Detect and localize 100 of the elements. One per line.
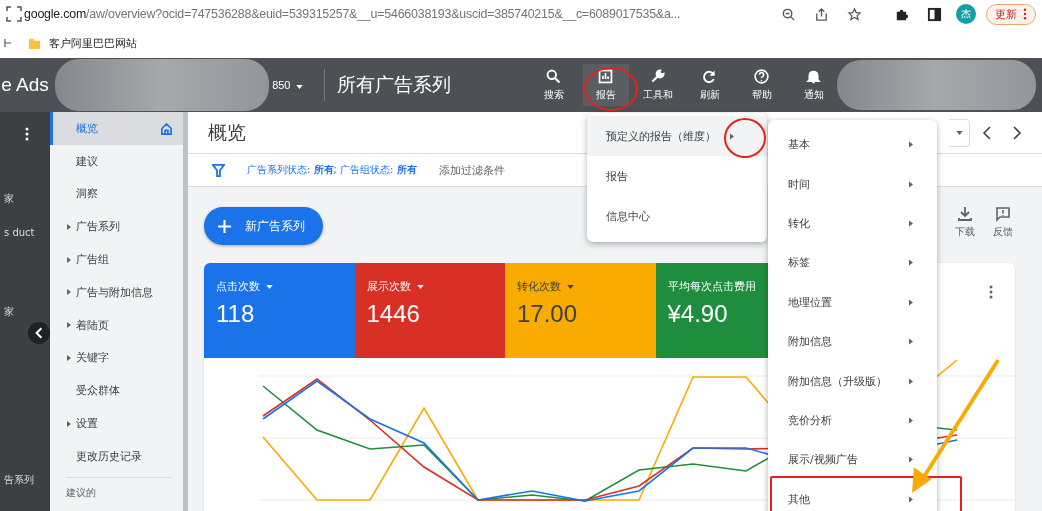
account-selector[interactable]: 850 — [262, 78, 312, 92]
nav-section-label: 建议的 — [65, 485, 97, 500]
search-icon — [545, 68, 563, 85]
nav-item[interactable]: 广告系列 — [50, 210, 183, 244]
menu-item[interactable]: 展示/视频广告 — [768, 440, 937, 480]
filter-text[interactable]: 广告系列状态: 所有; 广告组状态: 所有 — [247, 163, 417, 178]
menu-item[interactable]: 信息中心 — [587, 196, 767, 236]
report-icon — [597, 68, 615, 85]
nav-label[interactable]: 受众群体 — [76, 383, 120, 399]
nav-label[interactable]: 广告系列 — [76, 219, 120, 235]
nav-item[interactable]: 更改历史记录 — [50, 439, 183, 473]
toolbar-button[interactable]: 报告 — [582, 64, 629, 106]
nav-label[interactable]: 洞察 — [76, 186, 98, 202]
menu-item[interactable]: 其他 — [768, 479, 937, 511]
nav-item[interactable]: 设置 — [50, 407, 183, 440]
side-panel-icon[interactable] — [927, 6, 942, 22]
nav-item[interactable]: 着陆页 — [50, 308, 183, 342]
address-bar[interactable]: google.com/aw/overview?ocid=747536288&euid=539315257&__u=5466038193&uscid=385740215&__c=6089017535&a... — [24, 7, 767, 21]
chevron-left-icon[interactable] — [982, 124, 992, 141]
nav-label[interactable]: 更改历史记录 — [76, 448, 142, 464]
toolbar-button[interactable]: 搜索 — [530, 64, 577, 106]
metric-label[interactable]: 转化次数 — [517, 279, 644, 294]
sidebar-label[interactable]: 家 — [4, 192, 14, 206]
toolbar-button[interactable]: 通知 — [790, 64, 837, 106]
metric-tile[interactable]: 转化次数 17.00 — [505, 263, 656, 358]
nav-item[interactable]: 广告组 — [50, 243, 183, 276]
metric-label[interactable]: 点击次数 — [216, 279, 343, 294]
submenu-arrow-icon — [909, 456, 913, 464]
wrench-icon — [649, 68, 667, 85]
metric-tile[interactable]: 点击次数 118 — [204, 263, 355, 358]
nav-item[interactable]: 受众群体 — [50, 374, 183, 408]
nav-label[interactable]: 关键字 — [76, 350, 109, 366]
page-heading: 所有广告系列 — [336, 72, 452, 97]
highlight-circle — [724, 118, 766, 158]
nav-label[interactable]: 建议 — [76, 153, 98, 169]
menu-item[interactable]: 预定义的报告（维度） — [587, 116, 767, 156]
nav-item[interactable]: 洞察 — [50, 177, 183, 211]
submenu-arrow-icon — [909, 298, 913, 306]
new-campaign-button[interactable]: 新广告系列 — [204, 207, 323, 245]
download-icon — [957, 206, 973, 222]
submenu-arrow-icon — [909, 219, 913, 227]
metric-value: ¥4.90 — [667, 300, 729, 328]
add-filter-link[interactable]: 添加过滤条件 — [438, 162, 505, 178]
nav-label[interactable]: 广告与附加信息 — [76, 284, 153, 300]
page-title: 概览 — [208, 119, 246, 145]
nav-item[interactable]: 广告与附加信息 — [50, 276, 183, 309]
sidebar-label[interactable]: s duct — [4, 227, 35, 238]
submenu-arrow-icon — [909, 416, 913, 424]
caret-icon — [416, 284, 424, 289]
menu-item[interactable]: 报告 — [587, 156, 767, 196]
sidebar-label[interactable]: 家 — [4, 305, 14, 319]
nav-label[interactable]: 广告组 — [76, 252, 109, 268]
nav-label[interactable]: 设置 — [76, 416, 98, 432]
collapse-button[interactable] — [28, 322, 50, 344]
folder-icon — [28, 36, 41, 50]
update-button[interactable]: 更新 — [986, 3, 1036, 25]
caret-icon — [266, 284, 273, 289]
menu-item[interactable]: 时间 — [768, 164, 937, 204]
caret-icon — [567, 284, 574, 289]
submenu-arrow-icon — [730, 132, 734, 140]
expand-icon — [67, 420, 71, 427]
help-icon — [753, 68, 771, 85]
caret-icon — [295, 85, 303, 89]
bookmark-folder[interactable]: 客户阿里巴巴网站 — [28, 35, 137, 51]
metric-tile[interactable]: 展示次数 1446 — [354, 263, 505, 358]
toolbar-button[interactable]: 刷新 — [686, 64, 733, 106]
menu-item[interactable]: 基本 — [768, 125, 937, 165]
more-icon[interactable] — [25, 127, 29, 141]
action-button[interactable]: 下载 — [953, 206, 977, 239]
plus-icon — [218, 219, 231, 233]
expand-icon — [67, 223, 71, 230]
menu-item[interactable]: 竞价分析 — [768, 400, 937, 441]
submenu-arrow-icon — [909, 377, 913, 385]
chevron-right-icon[interactable] — [1012, 124, 1022, 141]
action-button[interactable]: 反馈 — [991, 206, 1015, 239]
product-logo: le Ads — [0, 74, 50, 96]
bookmark-label[interactable]: 客户阿里巴巴网站 — [49, 35, 137, 51]
nav-item[interactable]: 关键字 — [50, 341, 183, 375]
metric-value: 118 — [216, 300, 256, 328]
nav-item[interactable]: 建议 — [50, 144, 183, 178]
submenu-arrow-icon — [909, 495, 913, 503]
bell-icon — [805, 68, 823, 85]
more-icon[interactable] — [989, 285, 993, 299]
caret-icon — [955, 130, 963, 135]
share-icon[interactable] — [814, 6, 829, 22]
toolbar-button[interactable]: 帮助 — [738, 64, 785, 106]
feedback-icon — [995, 206, 1011, 222]
star-icon[interactable] — [847, 6, 862, 22]
menu-item[interactable]: 附加信息（升级版） — [768, 361, 937, 401]
filter-icon[interactable] — [212, 163, 225, 177]
zoom-icon[interactable] — [781, 6, 796, 22]
highlight-circle — [584, 67, 638, 111]
nav-label[interactable]: 着陆页 — [76, 317, 109, 333]
menu-item[interactable]: 转化 — [768, 203, 937, 244]
toolbar-button[interactable]: 工具和 — [634, 64, 681, 106]
expand-icon — [67, 289, 71, 296]
expand-icon — [67, 354, 71, 361]
metric-value: 17.00 — [517, 300, 579, 328]
sidebar-label[interactable]: 告系列 — [4, 473, 34, 487]
metric-label[interactable]: 展示次数 — [366, 279, 493, 294]
